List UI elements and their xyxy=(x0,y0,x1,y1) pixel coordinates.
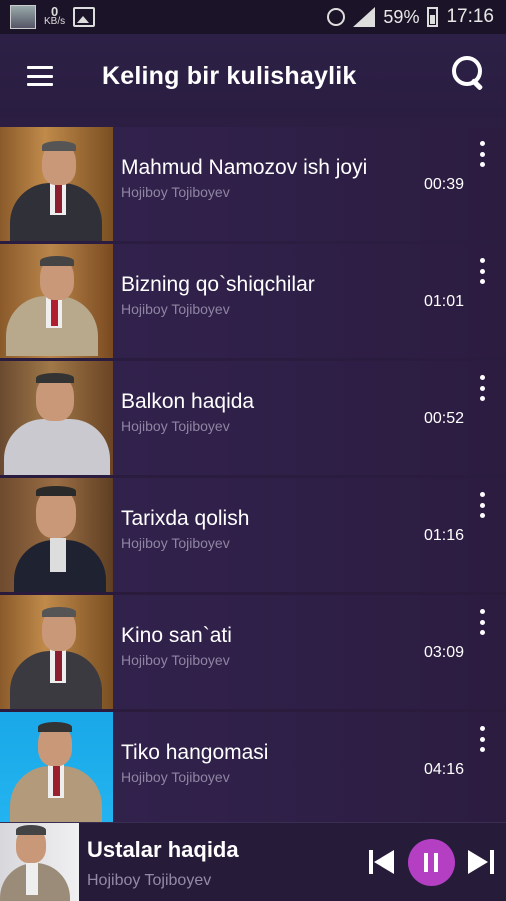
pause-button[interactable] xyxy=(408,839,455,886)
song-duration: 00:52 xyxy=(423,410,464,427)
song-artist: Hojiboy Tojiboyev xyxy=(121,184,230,200)
status-bar: 0 KB/s 59% 17:16 xyxy=(0,0,506,34)
more-options-icon[interactable] xyxy=(478,726,486,752)
song-thumbnail xyxy=(0,244,113,358)
song-title: Balkon haqida xyxy=(121,390,255,413)
signal-icon xyxy=(353,7,376,27)
more-options-icon[interactable] xyxy=(478,258,486,284)
battery-percent: 59% xyxy=(383,6,420,27)
song-duration: 01:01 xyxy=(423,293,464,310)
list-item[interactable]: Tarixda qolish Hojiboy Tojiboyev 01:16 xyxy=(0,478,506,592)
song-title: Kino san`ati xyxy=(121,624,232,647)
song-thumbnail xyxy=(0,478,113,592)
more-options-icon[interactable] xyxy=(478,609,486,635)
song-duration: 01:16 xyxy=(423,527,464,544)
search-icon[interactable] xyxy=(452,56,486,91)
song-thumbnail xyxy=(0,127,113,241)
list-item[interactable]: Mahmud Namozov ish joyi Hojiboy Tojiboye… xyxy=(0,127,506,241)
song-artist: Hojiboy Tojiboyev xyxy=(121,769,230,785)
song-artist: Hojiboy Tojiboyev xyxy=(121,535,230,551)
more-options-icon[interactable] xyxy=(478,375,486,401)
menu-icon[interactable] xyxy=(27,66,53,86)
more-options-icon[interactable] xyxy=(478,492,486,518)
battery-icon xyxy=(427,7,439,27)
gallery-notification-icon xyxy=(73,7,96,27)
song-title: Tiko hangomasi xyxy=(121,741,269,764)
now-playing-title: Ustalar haqida xyxy=(87,837,239,862)
list-item[interactable]: Tiko hangomasi Hojiboy Tojiboyev 04:16 xyxy=(0,712,506,826)
song-thumbnail xyxy=(0,595,113,709)
song-artist: Hojiboy Tojiboyev xyxy=(121,418,230,434)
notification-avatar-icon xyxy=(10,5,36,29)
song-title: Mahmud Namozov ish joyi xyxy=(121,156,368,179)
song-title: Bizning qo`shiqchilar xyxy=(121,273,315,296)
song-title: Tarixda qolish xyxy=(121,507,250,530)
song-list: Mahmud Namozov ish joyi Hojiboy Tojiboye… xyxy=(0,127,506,829)
now-playing-artist: Hojiboy Tojiboyev xyxy=(87,872,212,889)
list-item[interactable]: Kino san`ati Hojiboy Tojiboyev 03:09 xyxy=(0,595,506,709)
song-artist: Hojiboy Tojiboyev xyxy=(121,301,230,317)
now-playing-bar[interactable]: Ustalar haqida Hojiboy Tojiboyev xyxy=(0,822,506,901)
song-duration: 00:39 xyxy=(423,176,464,193)
app-bar: Keling bir kulishaylik xyxy=(0,34,506,118)
clock-time: 17:16 xyxy=(446,6,494,27)
next-track-icon[interactable] xyxy=(468,850,494,874)
network-speed: 0 KB/s xyxy=(44,4,66,27)
previous-track-icon[interactable] xyxy=(369,850,395,874)
list-item[interactable]: Balkon haqida Hojiboy Tojiboyev 00:52 xyxy=(0,361,506,475)
alarm-icon xyxy=(327,8,346,26)
page-title: Keling bir kulishaylik xyxy=(102,61,357,90)
now-playing-thumbnail xyxy=(0,823,79,901)
song-thumbnail xyxy=(0,712,113,826)
more-options-icon[interactable] xyxy=(478,141,486,167)
song-duration: 04:16 xyxy=(423,761,464,778)
pause-icon xyxy=(424,853,428,872)
list-item[interactable]: Bizning qo`shiqchilar Hojiboy Tojiboyev … xyxy=(0,244,506,358)
song-artist: Hojiboy Tojiboyev xyxy=(121,652,230,668)
song-thumbnail xyxy=(0,361,113,475)
song-duration: 03:09 xyxy=(423,644,464,661)
